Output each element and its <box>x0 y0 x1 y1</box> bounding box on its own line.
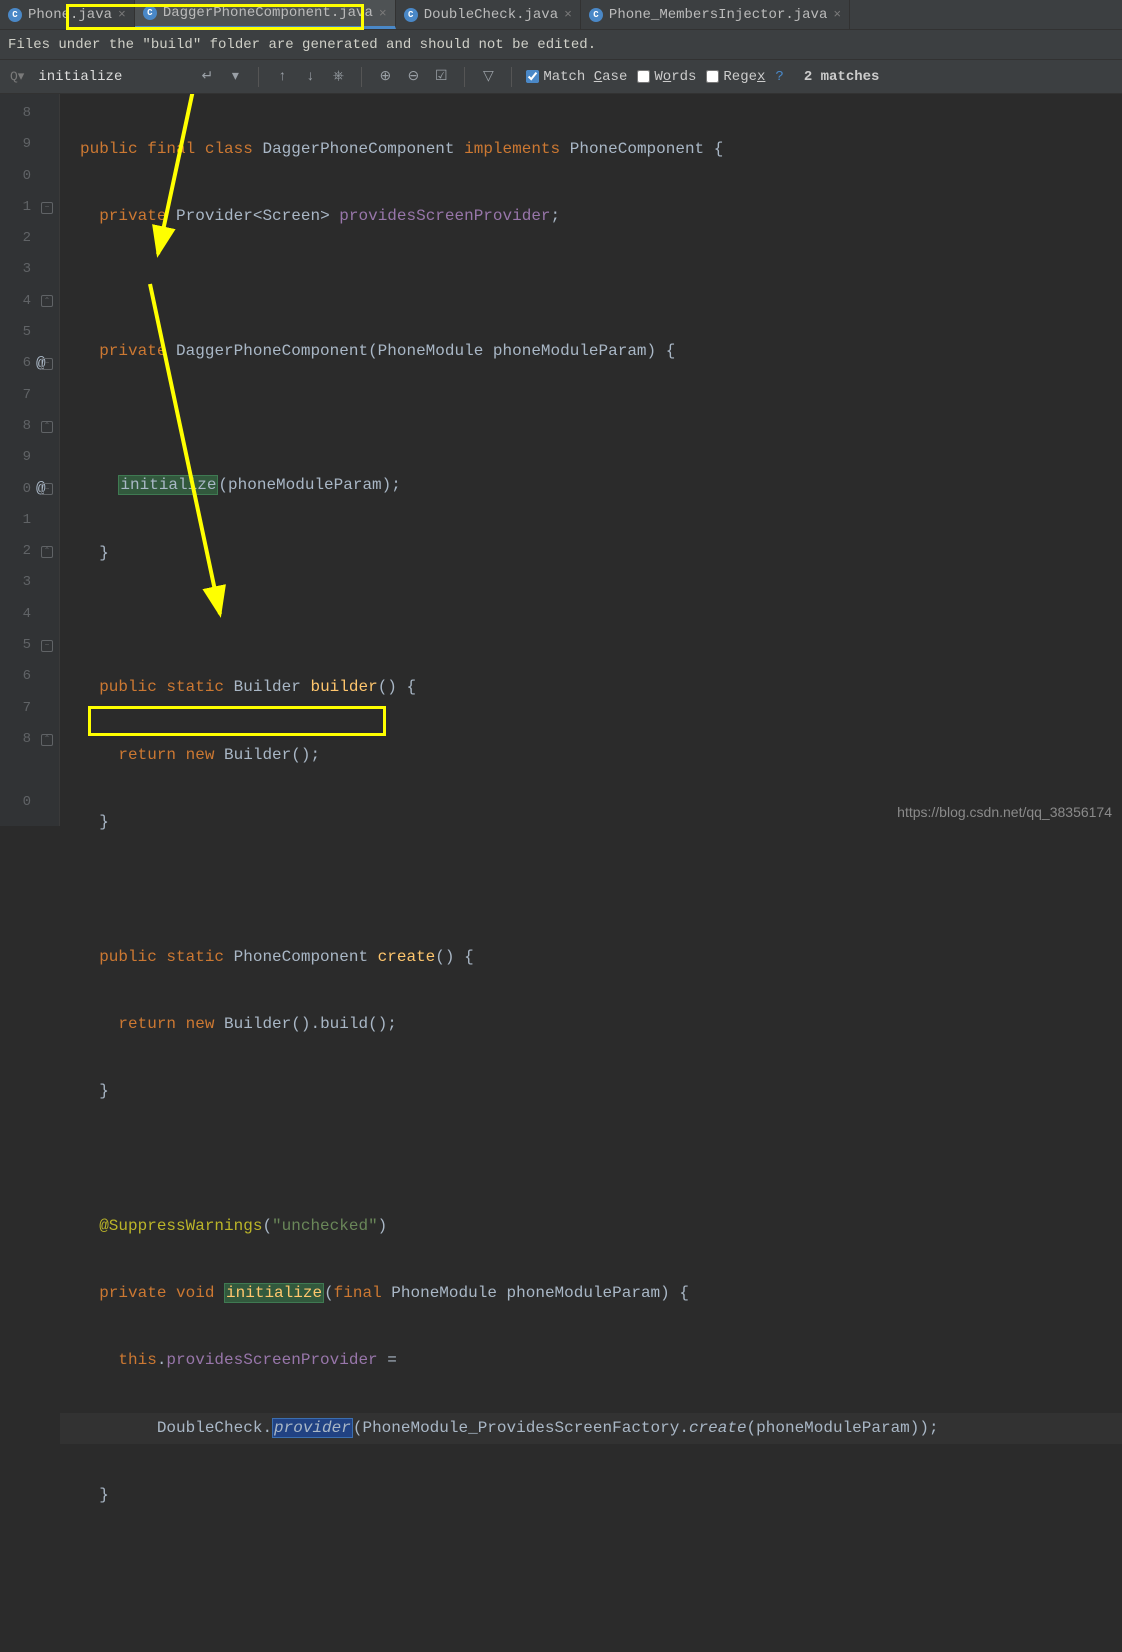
find-match-count: 2 matches <box>804 69 880 85</box>
line-number: 5− <box>0 630 59 661</box>
line-number: 7 <box>0 380 59 411</box>
line-number: 0 <box>0 787 59 818</box>
fold-icon[interactable]: ⌃ <box>41 734 53 746</box>
dropdown-icon[interactable]: ▾ <box>226 68 244 85</box>
line-number: 8⌃ <box>0 724 59 755</box>
regex-checkbox[interactable]: Regex <box>706 69 765 85</box>
line-number: 8 <box>0 98 59 129</box>
next-match-icon[interactable]: ↓ <box>301 69 319 85</box>
line-number: 7 <box>0 693 59 724</box>
prev-match-icon[interactable]: ↑ <box>273 69 291 85</box>
line-number: 4⌃ <box>0 286 59 317</box>
caret-selection: provider <box>272 1418 353 1438</box>
java-class-icon: C <box>8 8 22 22</box>
add-selection-icon[interactable]: ⊕ <box>376 68 394 85</box>
line-number: 8⌃ <box>0 411 59 442</box>
search-highlight: initialize <box>224 1283 324 1303</box>
tab-daggerphonecomponent-java[interactable]: C DaggerPhoneComponent.java × <box>135 0 396 29</box>
code-area[interactable]: public final class DaggerPhoneComponent … <box>60 94 1122 826</box>
fold-icon[interactable]: − <box>41 358 53 370</box>
tab-label: Phone.java <box>28 7 112 23</box>
line-number: 0 <box>0 161 59 192</box>
line-number: 5 <box>0 317 59 348</box>
line-number: 6 <box>0 661 59 692</box>
fold-icon[interactable]: ⌃ <box>41 421 53 433</box>
close-icon[interactable]: × <box>833 7 841 22</box>
line-number: 3 <box>0 567 59 598</box>
words-input[interactable] <box>637 70 650 83</box>
search-icon: Q▾ <box>6 69 28 84</box>
match-case-input[interactable] <box>526 70 539 83</box>
close-icon[interactable]: × <box>379 6 387 21</box>
tab-label: DaggerPhoneComponent.java <box>163 5 373 21</box>
match-case-label: Match Case <box>543 69 627 85</box>
search-highlight: initialize <box>118 475 218 495</box>
line-number: 1− <box>0 192 59 223</box>
enter-icon[interactable]: ↵ <box>198 68 216 85</box>
line-number: 3 <box>0 254 59 285</box>
tab-phone-java[interactable]: C Phone.java × <box>0 0 135 29</box>
line-number: 4 <box>0 599 59 630</box>
remove-selection-icon[interactable]: ⊖ <box>404 68 422 85</box>
code-editor[interactable]: 8 9 0 1− 2 3 4⌃ 5 6@− 7 8⌃ 9 0@− 1 2⌃ 3 … <box>0 94 1122 826</box>
line-number: 9 <box>0 129 59 160</box>
tab-doublecheck-java[interactable]: C DoubleCheck.java × <box>396 0 581 29</box>
fold-icon[interactable]: − <box>41 483 53 495</box>
tab-bar: C Phone.java × C DaggerPhoneComponent.ja… <box>0 0 1122 30</box>
filter-icon[interactable]: ▽ <box>479 68 497 85</box>
java-class-icon: C <box>404 8 418 22</box>
tab-phone-membersinjector-java[interactable]: C Phone_MembersInjector.java × <box>581 0 850 29</box>
line-number: 2⌃ <box>0 536 59 567</box>
banner-text: Files under the "build" folder are gener… <box>8 37 596 53</box>
line-number: 6@− <box>0 348 59 379</box>
match-case-checkbox[interactable]: Match Case <box>526 69 627 85</box>
close-icon[interactable]: × <box>564 7 572 22</box>
fold-icon[interactable]: ⌃ <box>41 295 53 307</box>
line-number: 0@− <box>0 474 59 505</box>
fold-icon[interactable]: ⌃ <box>41 546 53 558</box>
line-number <box>0 818 59 849</box>
tab-label: DoubleCheck.java <box>424 7 558 23</box>
regex-input[interactable] <box>706 70 719 83</box>
toggle-icon[interactable]: ☑ <box>432 68 450 85</box>
search-input[interactable] <box>38 69 188 85</box>
line-number <box>0 755 59 786</box>
fold-icon[interactable]: − <box>41 202 53 214</box>
select-all-icon[interactable]: ⎈ <box>329 69 347 85</box>
java-class-icon: C <box>143 6 157 20</box>
find-bar: Q▾ ↵ ▾ ↑ ↓ ⎈ ⊕ ⊖ ☑ ▽ Match Case Words Re… <box>0 60 1122 94</box>
words-label: Words <box>654 69 696 85</box>
fold-icon[interactable]: − <box>41 640 53 652</box>
generated-file-banner: Files under the "build" folder are gener… <box>0 30 1122 60</box>
java-class-icon: C <box>589 8 603 22</box>
close-icon[interactable]: × <box>118 7 126 22</box>
watermark: https://blog.csdn.net/qq_38356174 <box>897 804 1112 820</box>
words-checkbox[interactable]: Words <box>637 69 696 85</box>
gutter: 8 9 0 1− 2 3 4⌃ 5 6@− 7 8⌃ 9 0@− 1 2⌃ 3 … <box>0 94 60 826</box>
line-number: 1 <box>0 505 59 536</box>
regex-label: Regex <box>723 69 765 85</box>
find-help-icon[interactable]: ? <box>775 69 783 85</box>
tab-label: Phone_MembersInjector.java <box>609 7 827 23</box>
line-number: 2 <box>0 223 59 254</box>
line-number: 9 <box>0 442 59 473</box>
